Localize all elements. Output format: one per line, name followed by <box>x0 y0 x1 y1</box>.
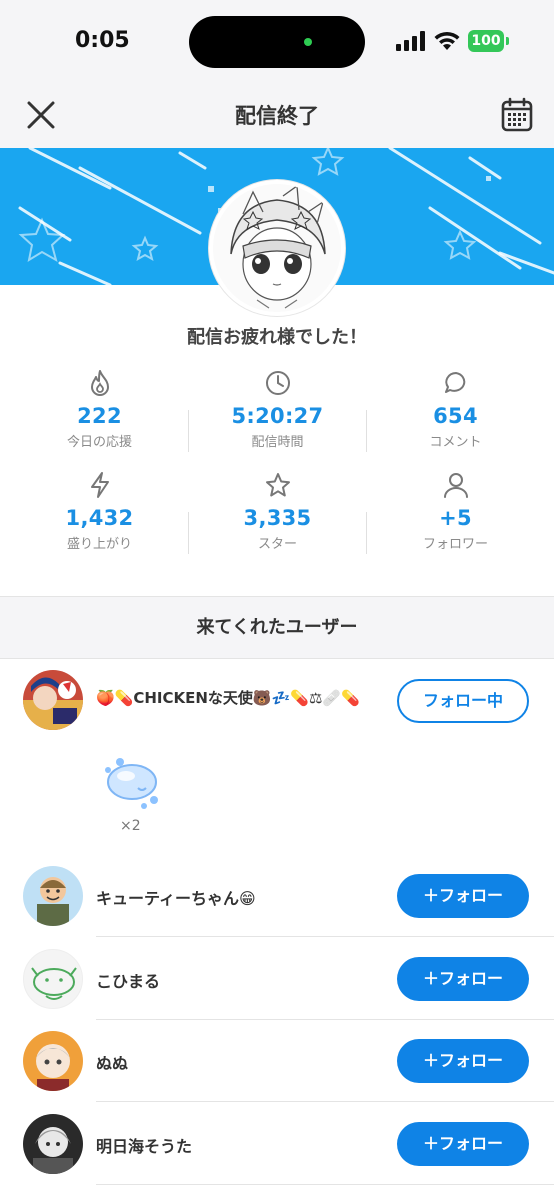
streamer-avatar-illustration <box>213 184 341 312</box>
user-name: こひまる <box>96 972 161 991</box>
comment-icon <box>444 372 465 393</box>
page-title: 配信終了 <box>235 104 319 128</box>
user-name: 明日海そうた <box>96 1137 193 1156</box>
stat-value: 1,432 <box>65 506 134 530</box>
user-avatar-image <box>23 670 83 730</box>
stat-stars: 3,335 スター <box>185 470 370 552</box>
navigation-bar: 配信終了 <box>0 82 554 148</box>
flame-icon <box>90 370 109 396</box>
following-button[interactable]: フォロー中 <box>397 679 529 723</box>
follow-button[interactable]: ＋フォロー <box>397 1039 529 1083</box>
stat-label: フォロワー <box>422 537 488 552</box>
follow-button[interactable]: ＋フォロー <box>397 1122 529 1166</box>
user-avatar-image <box>23 1114 83 1174</box>
avatar[interactable] <box>23 1031 83 1091</box>
status-bar: 0:05 100 <box>0 0 554 82</box>
user-name: キューティーちゃん😁 <box>96 889 256 908</box>
stat-excitement: 1,432 盛り上がり <box>7 470 192 552</box>
stat-label: 盛り上がり <box>66 537 132 552</box>
stat-label: 今日の応援 <box>66 435 132 450</box>
follow-button[interactable]: ＋フォロー <box>397 957 529 1001</box>
stat-cheer: 222 今日の応援 <box>7 368 192 450</box>
user-name: ぬぬ <box>96 1054 129 1073</box>
person-icon <box>443 473 468 498</box>
avatar[interactable] <box>23 1114 83 1174</box>
row-divider <box>96 1019 554 1020</box>
row-divider <box>96 1184 554 1185</box>
user-name: 🍑💊CHICKENな天使🐻💤💊⚖🩹💊 <box>96 689 360 707</box>
stat-label: スター <box>257 537 297 552</box>
user-avatar-image <box>31 967 77 1000</box>
row-divider <box>96 936 554 937</box>
gift-icon <box>105 758 158 809</box>
gift-count: ×2 <box>120 818 141 834</box>
user-avatar-image <box>23 1031 83 1091</box>
status-time: 0:05 <box>75 28 130 53</box>
follow-button[interactable]: ＋フォロー <box>397 874 529 918</box>
battery-icon: 100 <box>468 30 504 52</box>
stat-comments: 654 コメント <box>363 368 548 450</box>
thanks-message: 配信お疲れ様でした！ <box>187 327 367 348</box>
stat-value: 3,335 <box>243 506 312 530</box>
calendar-icon[interactable] <box>500 97 534 133</box>
stat-followers: +5 フォロワー <box>363 470 548 552</box>
lightning-icon <box>90 472 109 498</box>
clock-icon <box>265 371 290 395</box>
avatar[interactable] <box>23 949 83 1009</box>
wifi-icon <box>434 31 460 50</box>
stat-value: 222 <box>77 404 122 428</box>
star-icon <box>265 473 290 497</box>
dynamic-island <box>189 16 365 68</box>
camera-indicator-dot <box>304 38 312 46</box>
stat-label: コメント <box>429 435 482 450</box>
avatar[interactable] <box>23 866 83 926</box>
section-header-visitors: 来てくれたユーザー <box>0 596 554 659</box>
stat-label: 配信時間 <box>251 435 304 450</box>
battery-nub <box>506 37 509 45</box>
user-avatar-image <box>23 866 83 926</box>
stat-value: 5:20:27 <box>231 404 324 428</box>
cellular-signal-icon <box>396 31 425 51</box>
streamer-avatar <box>209 180 345 316</box>
stat-value: +5 <box>439 506 472 530</box>
stat-value: 654 <box>433 404 478 428</box>
row-divider <box>96 1101 554 1102</box>
avatar[interactable] <box>23 670 83 730</box>
stat-duration: 5:20:27 配信時間 <box>185 368 370 450</box>
